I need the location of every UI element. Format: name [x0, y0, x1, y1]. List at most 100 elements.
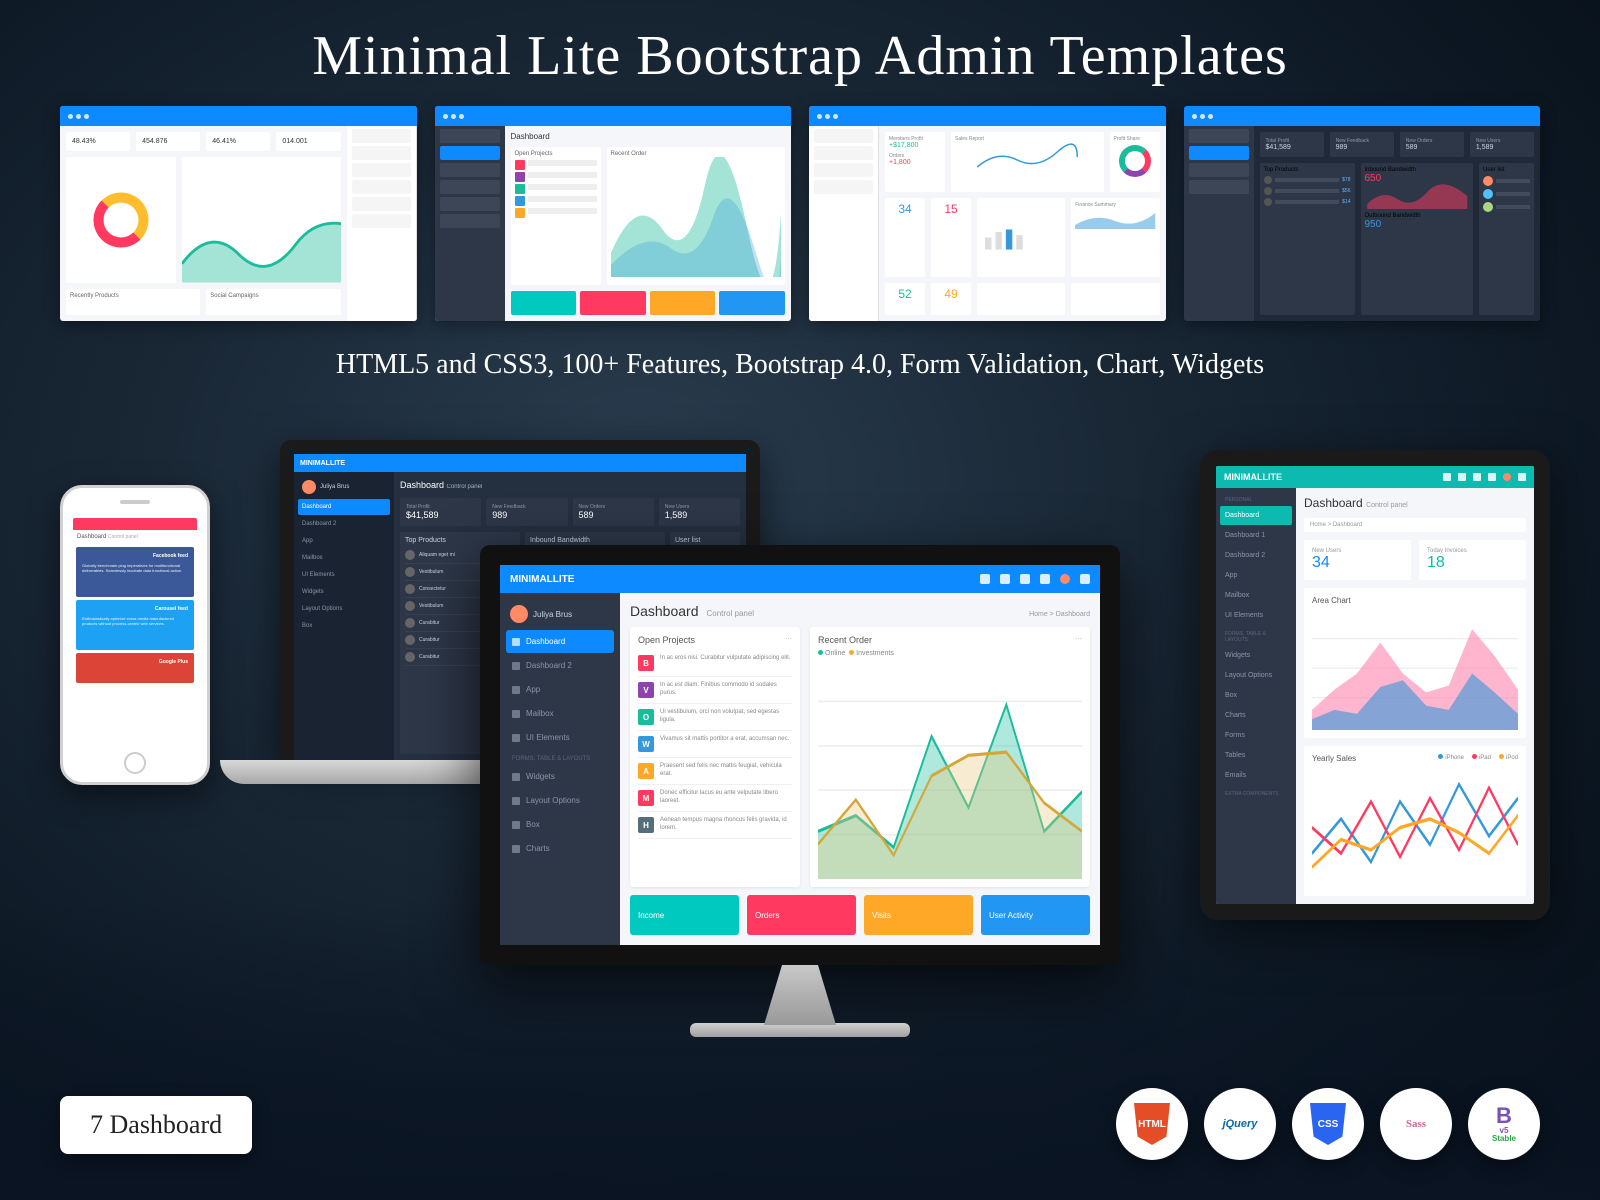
project-item[interactable]: VIn ac est diam. Finibus commodo id soda…	[638, 677, 792, 704]
nav-item[interactable]: App	[1220, 566, 1292, 585]
nav-item[interactable]: Tables	[1220, 746, 1292, 765]
search-icon[interactable]	[1443, 473, 1451, 481]
nav-item[interactable]: Box	[298, 618, 390, 634]
card-text: Globally benchmark plug imperatives for …	[82, 563, 188, 573]
orders-tile[interactable]: Orders	[747, 895, 856, 935]
nav-item[interactable]: Dashboard 2	[1220, 546, 1292, 565]
label: Total Profit	[1266, 138, 1318, 144]
stat-new-users: New Users34	[1304, 540, 1411, 580]
thumb-dashboard-4[interactable]: Total Profit$41,589 New Feedback989 New …	[1184, 106, 1541, 321]
nav-item[interactable]: Widgets	[506, 765, 614, 788]
template-thumbnails: 48.43% 454.876 46.41% 014.001 Recently P…	[0, 106, 1600, 321]
mail-icon[interactable]	[1000, 574, 1010, 584]
nav-item[interactable]: Mailbox	[506, 702, 614, 725]
flag-icon[interactable]	[1488, 473, 1496, 481]
nav-dashboard[interactable]: Dashboard	[1220, 506, 1292, 525]
nav-section: FORMS, TABLE & LAYOUTS	[506, 750, 614, 764]
html5-badge: HTML	[1116, 1088, 1188, 1160]
nav-item[interactable]: Layout Options	[298, 601, 390, 617]
stat-card: New Feedback989	[486, 498, 567, 526]
stat: 46.41%	[206, 132, 270, 151]
gear-icon[interactable]	[1518, 473, 1526, 481]
nav-section: EXTRA COMPONENTS	[1220, 786, 1292, 799]
recent-order-chart	[818, 657, 1082, 879]
breadcrumb[interactable]: Home > Dashboard	[1304, 518, 1526, 532]
nav-item[interactable]: UI Elements	[506, 726, 614, 749]
nav-item[interactable]: Widgets	[1220, 646, 1292, 665]
project-item[interactable]: OUi vestibulum, orci non volutpat, sed e…	[638, 704, 792, 731]
nav-dashboard[interactable]: Dashboard	[298, 499, 390, 515]
nav-item[interactable]: App	[506, 678, 614, 701]
nav-item[interactable]: Layout Options	[1220, 666, 1292, 685]
gear-icon[interactable]	[1080, 574, 1090, 584]
thumb-dashboard-2[interactable]: Dashboard Open Projects Recent Order	[435, 106, 792, 321]
nav-item[interactable]: Box	[1220, 686, 1292, 705]
card-title: Top Products	[1264, 167, 1351, 173]
nav-section: FORMS, TABLE & LAYOUTS	[1220, 626, 1292, 645]
nav-item[interactable]: Charts	[1220, 706, 1292, 725]
desktop-mockup: MINIMALLITE Juliya Brus Dashboard D	[480, 545, 1120, 1037]
nav-item[interactable]: Dashboard 2	[298, 516, 390, 532]
bell-icon[interactable]	[1458, 473, 1466, 481]
mail-icon[interactable]	[1473, 473, 1481, 481]
subtitle: HTML5 and CSS3, 100+ Features, Bootstrap…	[0, 321, 1600, 405]
nav-dashboard[interactable]: Dashboard	[506, 630, 614, 653]
thumb-dashboard-1[interactable]: 48.43% 454.876 46.41% 014.001 Recently P…	[60, 106, 417, 321]
flag-icon[interactable]	[1040, 574, 1050, 584]
breadcrumb[interactable]: Home > Dashboard	[1029, 611, 1090, 618]
header: Dashboard	[77, 534, 106, 540]
sidebar: Juliya Brus Dashboard Dashboard 2 App Ma…	[500, 593, 620, 945]
visits-tile[interactable]: Visits	[864, 895, 973, 935]
project-item[interactable]: WVivamus sit mattis portitor a erat, acc…	[638, 731, 792, 758]
nav-item[interactable]: Box	[506, 813, 614, 836]
twitter-feed-card[interactable]: Carousel feed Enthusiastically optimize …	[76, 600, 194, 650]
facebook-feed-card[interactable]: Facebook feed Globally benchmark plug im…	[76, 547, 194, 597]
value: $41,589	[1266, 144, 1318, 151]
bell-icon[interactable]	[1020, 574, 1030, 584]
nav-item[interactable]: Forms	[1220, 726, 1292, 745]
nav-item[interactable]: UI Elements	[298, 567, 390, 583]
fullscreen-icon[interactable]	[980, 574, 990, 584]
card-title: Social Campaigns	[206, 289, 340, 315]
nav-item[interactable]: Dashboard 2	[506, 654, 614, 677]
project-item[interactable]: APraesent sed felis nec mattis feugiat, …	[638, 758, 792, 785]
open-projects-card: Open Projects⋯ BIn ac eros nisi. Curabit…	[630, 627, 800, 887]
nav-item[interactable]: Charts	[506, 837, 614, 860]
project-text: In ac eros nisi. Curabitur vulputate adi…	[660, 655, 790, 663]
thumb-dashboard-3[interactable]: Members Profit +$17,800 Orders +1,800 Sa…	[809, 106, 1166, 321]
avatar	[510, 605, 528, 623]
topbar: MINIMALLITE	[500, 565, 1100, 593]
user-info[interactable]: Juliya Brus	[506, 599, 614, 629]
nav-item[interactable]: Mailbox	[1220, 586, 1292, 605]
project-item[interactable]: B In ac eros nisi. Curabitur vulputate ad…	[638, 650, 792, 677]
nav-item[interactable]: Emails	[1220, 766, 1292, 785]
nav-item[interactable]: Widgets	[298, 584, 390, 600]
project-item[interactable]: MDonec efficitur lacus eu ante velputate…	[638, 785, 792, 812]
value: 589	[1406, 144, 1458, 151]
brand-bar	[73, 518, 197, 530]
nav-item[interactable]: UI Elements	[1220, 606, 1292, 625]
legend: Investments	[856, 650, 894, 657]
user-info[interactable]: Juliya Brus	[298, 476, 390, 498]
nav-item[interactable]: Layout Options	[506, 789, 614, 812]
project-badge: V	[638, 682, 654, 698]
project-item[interactable]: HAenean tempus magna rhoncus felis gravi…	[638, 812, 792, 839]
nav-item[interactable]: Mailbox	[298, 550, 390, 566]
nav-item[interactable]: App	[298, 533, 390, 549]
project-badge: B	[638, 655, 654, 671]
subheader: Control panel	[108, 534, 138, 540]
subheader: Control panel	[447, 484, 483, 490]
project-badge: W	[638, 736, 654, 752]
nav-section: PERSONAL	[1220, 492, 1292, 505]
income-tile[interactable]: Income	[630, 895, 739, 935]
avatar-icon[interactable]	[1060, 574, 1070, 584]
legend: Online	[825, 650, 845, 657]
header: Dashboard	[400, 480, 444, 490]
googleplus-feed-card[interactable]: Google Plus	[76, 653, 194, 683]
user-activity-tile[interactable]: User Activity	[981, 895, 1090, 935]
project-text: Donec efficitur lacus eu ante velputate …	[660, 790, 792, 806]
nav-item[interactable]: Dashboard 1	[1220, 526, 1292, 545]
stat-card: Total Profit$41,589	[400, 498, 481, 526]
page-header: Dashboard	[1304, 496, 1363, 510]
avatar-icon[interactable]	[1503, 473, 1511, 481]
